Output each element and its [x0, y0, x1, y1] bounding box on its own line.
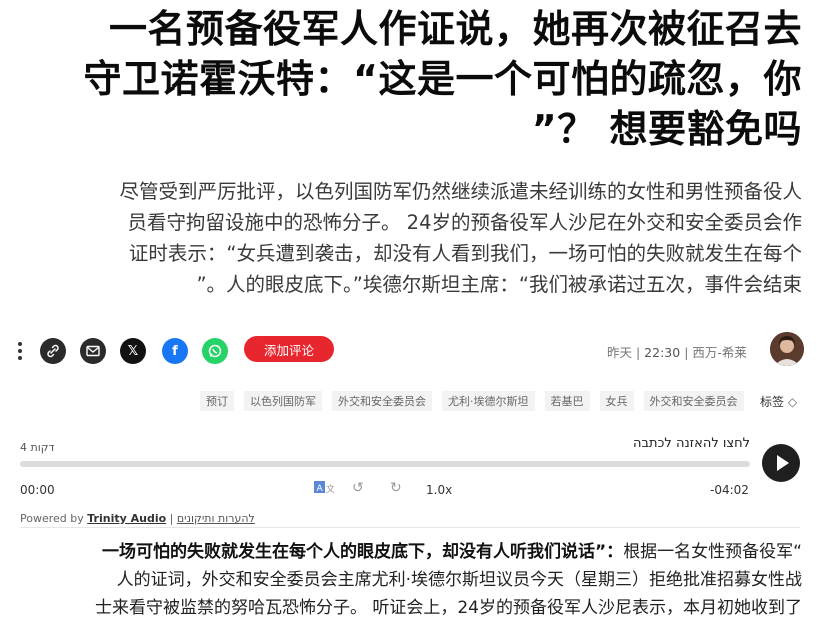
author-name[interactable]: 西万-希莱: [692, 345, 747, 360]
tag-item[interactable]: 若基巴: [544, 391, 590, 411]
body-line: 士来看守被监禁的努哈瓦恐怖分子。 听证会上，24岁的预备役军人沙尼表示，本月初她…: [94, 598, 802, 618]
audio-duration: 4 דקות: [20, 441, 55, 454]
body-line: 人的证词，外交和安全委员会主席尤利·埃德尔斯坦议员今天（星期三）拒绝批准招募女性…: [116, 570, 802, 590]
headline-line-3: ”？ 想要豁免吗: [531, 107, 802, 151]
tag-item[interactable]: 外交和安全委员会: [643, 391, 744, 411]
feedback-link[interactable]: להערות ותיקונים: [177, 512, 255, 525]
play-button[interactable]: [762, 444, 800, 482]
tag-icon: ◇: [787, 395, 798, 409]
tag-item[interactable]: 女兵: [599, 391, 634, 411]
tag-list: 预订 以色列国防军 外交和安全委员会 尤利·埃德尔斯坦 若基巴 女兵 外交和安全…: [200, 391, 744, 411]
remaining-time: -04:02: [710, 483, 749, 497]
headline-line-1: 一名预备役军人作证说，她再次被征召去: [108, 7, 802, 51]
rewind-icon[interactable]: ↺: [352, 480, 364, 496]
tag-item[interactable]: 预订: [200, 391, 234, 411]
copy-link-icon[interactable]: [40, 338, 66, 364]
powered-by-text: Powered by: [20, 512, 84, 525]
subtitle-line: 证时表示：“女兵遭到袭击，却没有人看到我们，一场可怕的失败就发生在每个: [128, 242, 802, 265]
svg-text:A: A: [317, 484, 324, 494]
share-toolbar: 𝕏 f 添加评论 昨天 | 22:30 | 西万-希莱: [14, 332, 806, 366]
publish-time: 昨天 | 22:30 | 西万-希莱: [607, 345, 747, 360]
forward-icon[interactable]: ↻: [390, 480, 402, 496]
whatsapp-icon[interactable]: [202, 338, 228, 364]
time-label: 昨天 |: [607, 345, 641, 360]
add-comment-button[interactable]: 添加评论: [244, 336, 334, 362]
subtitle-line: ”。人的眼皮底下。”埃德尔斯坦主席：“我们被承诺过五次，事件会结束: [196, 273, 802, 296]
subtitle: 尽管受到严厉批评，以色列国防军仍然继续派遣未经训练的女性和男性预备役人 员看守拘…: [18, 176, 802, 300]
tag-item[interactable]: 以色列国防军: [244, 391, 322, 411]
svg-text:文: 文: [326, 483, 334, 495]
powered-by: Powered by Trinity Audio | להערות ותיקונ…: [20, 512, 255, 525]
audio-title: לחצו להאזנה לכתבה: [633, 436, 750, 451]
more-options-icon[interactable]: [18, 340, 24, 362]
time-value: 22:30: [644, 345, 681, 360]
translate-icon[interactable]: A文: [314, 480, 335, 500]
divider: [20, 527, 800, 528]
current-time: 00:00: [20, 483, 55, 497]
author-avatar[interactable]: [770, 332, 804, 366]
article-body: 一场可怕的失败就发生在每个人的眼皮底下，却没有人听我们说话”：根据一名女性预备役…: [18, 538, 802, 622]
subtitle-line: 尽管受到严厉批评，以色列国防军仍然继续派遣未经训练的女性和男性预备役人: [119, 180, 802, 203]
play-icon: [777, 455, 789, 471]
tag-item[interactable]: 外交和安全委员会: [332, 391, 432, 411]
audio-progress-bar[interactable]: [20, 461, 750, 467]
x-twitter-icon[interactable]: 𝕏: [120, 338, 146, 364]
subtitle-line: 员看守拘留设施中的恐怖分子。 24岁的预备役军人沙尼在外交和安全委员会作: [127, 211, 802, 234]
body-lead-bold: 一场可怕的失败就发生在每个人的眼皮底下，却没有人听我们说话”：: [102, 542, 624, 562]
tags-label-text: 标签: [760, 395, 785, 409]
email-icon[interactable]: [80, 338, 106, 364]
body-lead-rest: 根据一名女性预备役军“: [623, 542, 802, 562]
headline-line-2: 守卫诺霍沃特：“这是一个可怕的疏忽，你: [83, 57, 802, 101]
body-line: 一场可怕的失败就发生在每个人的眼皮底下，却没有人听我们说话”：根据一名女性预备役…: [18, 538, 802, 566]
tags-label: 标签 ◇: [760, 393, 797, 410]
headline: 一名预备役军人作证说，她再次被征召去 守卫诺霍沃特：“这是一个可怕的疏忽，你 ”…: [18, 4, 802, 154]
facebook-icon[interactable]: f: [162, 338, 188, 364]
tag-item[interactable]: 尤利·埃德尔斯坦: [442, 391, 535, 411]
playback-speed[interactable]: 1.0x: [426, 483, 452, 497]
trinity-audio-link[interactable]: Trinity Audio: [87, 512, 166, 525]
